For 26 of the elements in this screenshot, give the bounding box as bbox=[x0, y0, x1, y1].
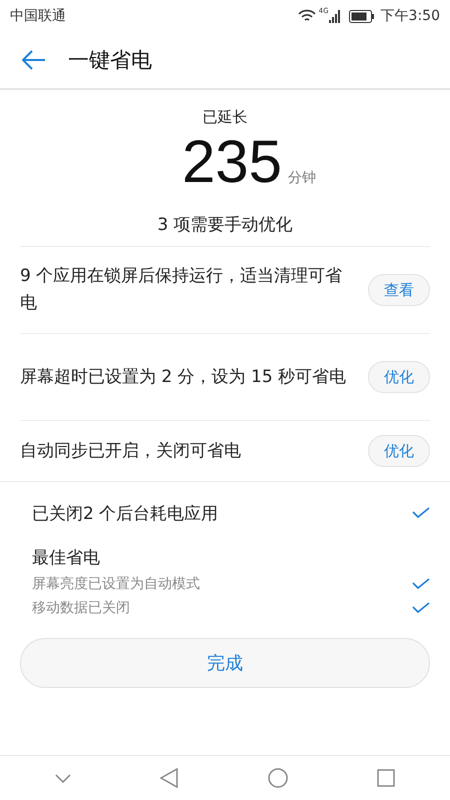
finish-button[interactable]: 完成 bbox=[20, 638, 430, 688]
wifi-icon bbox=[298, 9, 316, 23]
extended-minutes: 235 bbox=[182, 127, 282, 196]
action-button[interactable]: 优化 bbox=[368, 435, 430, 467]
minutes-unit: 分钟 bbox=[288, 169, 316, 187]
clock-time: 下午3:50 bbox=[380, 7, 440, 25]
back-icon[interactable] bbox=[160, 768, 178, 788]
optimization-text: 9 个应用在锁屏后保持运行，适当清理可省电 bbox=[20, 265, 344, 315]
optimization-text: 自动同步已开启，关闭可省电 bbox=[20, 440, 242, 462]
recents-icon[interactable] bbox=[377, 769, 396, 787]
signal-icon bbox=[328, 10, 341, 22]
optimization-text: 屏幕超时已设置为 2 分，设为 15 秒可省电 bbox=[20, 366, 348, 388]
back-icon[interactable] bbox=[22, 50, 46, 70]
battery-icon bbox=[348, 10, 375, 22]
action-button[interactable]: 优化 bbox=[368, 361, 430, 393]
completed-text: 屏幕亮度已设置为自动模式 bbox=[32, 575, 200, 593]
carrier-name: 中国联通 bbox=[10, 7, 66, 25]
extended-label: 已延长 bbox=[202, 108, 248, 127]
page-title: 一键省电 bbox=[68, 47, 152, 74]
collapse-icon[interactable] bbox=[54, 774, 71, 782]
section-title: 3 项需要手动优化 bbox=[157, 214, 293, 236]
group-heading: 最佳省电 bbox=[32, 546, 100, 568]
action-button[interactable]: 查看 bbox=[368, 274, 430, 306]
completed-text: 移动数据已关闭 bbox=[32, 599, 130, 617]
home-icon[interactable] bbox=[268, 768, 288, 788]
completed-text: 已关闭2 个后台耗电应用 bbox=[32, 502, 218, 524]
